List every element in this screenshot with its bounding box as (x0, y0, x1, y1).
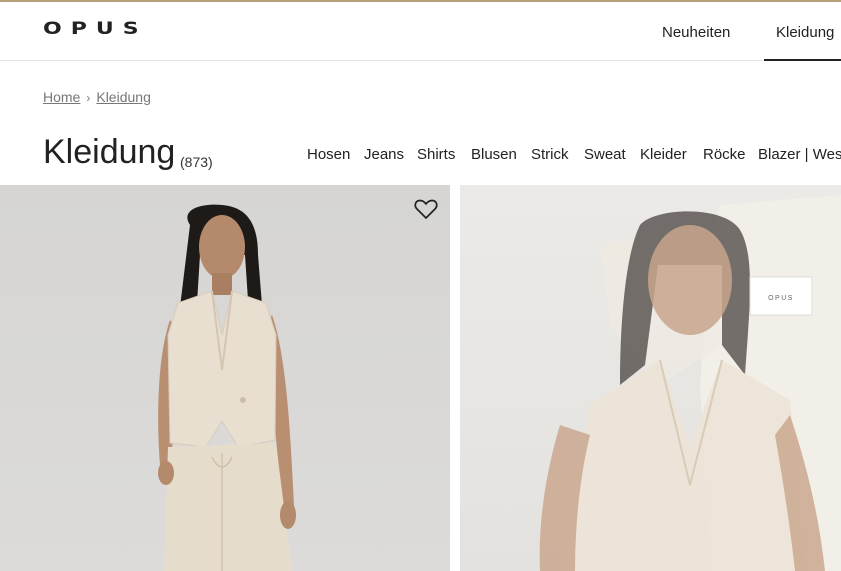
product-image-sleeveless-vest-beige (158, 204, 296, 571)
category-shirts[interactable]: Shirts (417, 146, 455, 163)
category-strick[interactable]: Strick (531, 146, 569, 163)
product-count: (873) (180, 154, 213, 170)
label-tag-text: OPUS (768, 295, 794, 302)
product-card-2[interactable]: OPUS (460, 185, 841, 571)
breadcrumb: Home › Kleidung (43, 89, 151, 105)
category-kleider[interactable]: Kleider (640, 146, 687, 163)
breadcrumb-home-link[interactable]: Home (43, 89, 80, 105)
category-sweat[interactable]: Sweat (584, 146, 626, 163)
product-image-vest-detail-overlay: OPUS (539, 195, 841, 571)
product-card-1[interactable] (0, 185, 450, 571)
nav-item-neuheiten[interactable]: Neuheiten (662, 24, 730, 41)
heart-icon[interactable] (414, 198, 438, 220)
category-blusen[interactable]: Blusen (471, 146, 517, 163)
page-title: Kleidung (43, 133, 176, 171)
category-jeans[interactable]: Jeans (364, 146, 404, 163)
active-nav-indicator (764, 59, 841, 61)
category-hosen[interactable]: Hosen (307, 146, 350, 163)
category-roecke[interactable]: Röcke (703, 146, 746, 163)
category-blazer-weste[interactable]: Blazer | Weste (758, 146, 841, 163)
breadcrumb-current-link[interactable]: Kleidung (96, 89, 151, 105)
site-header: OPUS Neuheiten Kleidung (0, 2, 841, 61)
brand-logo[interactable]: OPUS (43, 19, 148, 39)
nav-item-kleidung[interactable]: Kleidung (776, 24, 834, 41)
breadcrumb-separator-icon: › (86, 91, 91, 105)
